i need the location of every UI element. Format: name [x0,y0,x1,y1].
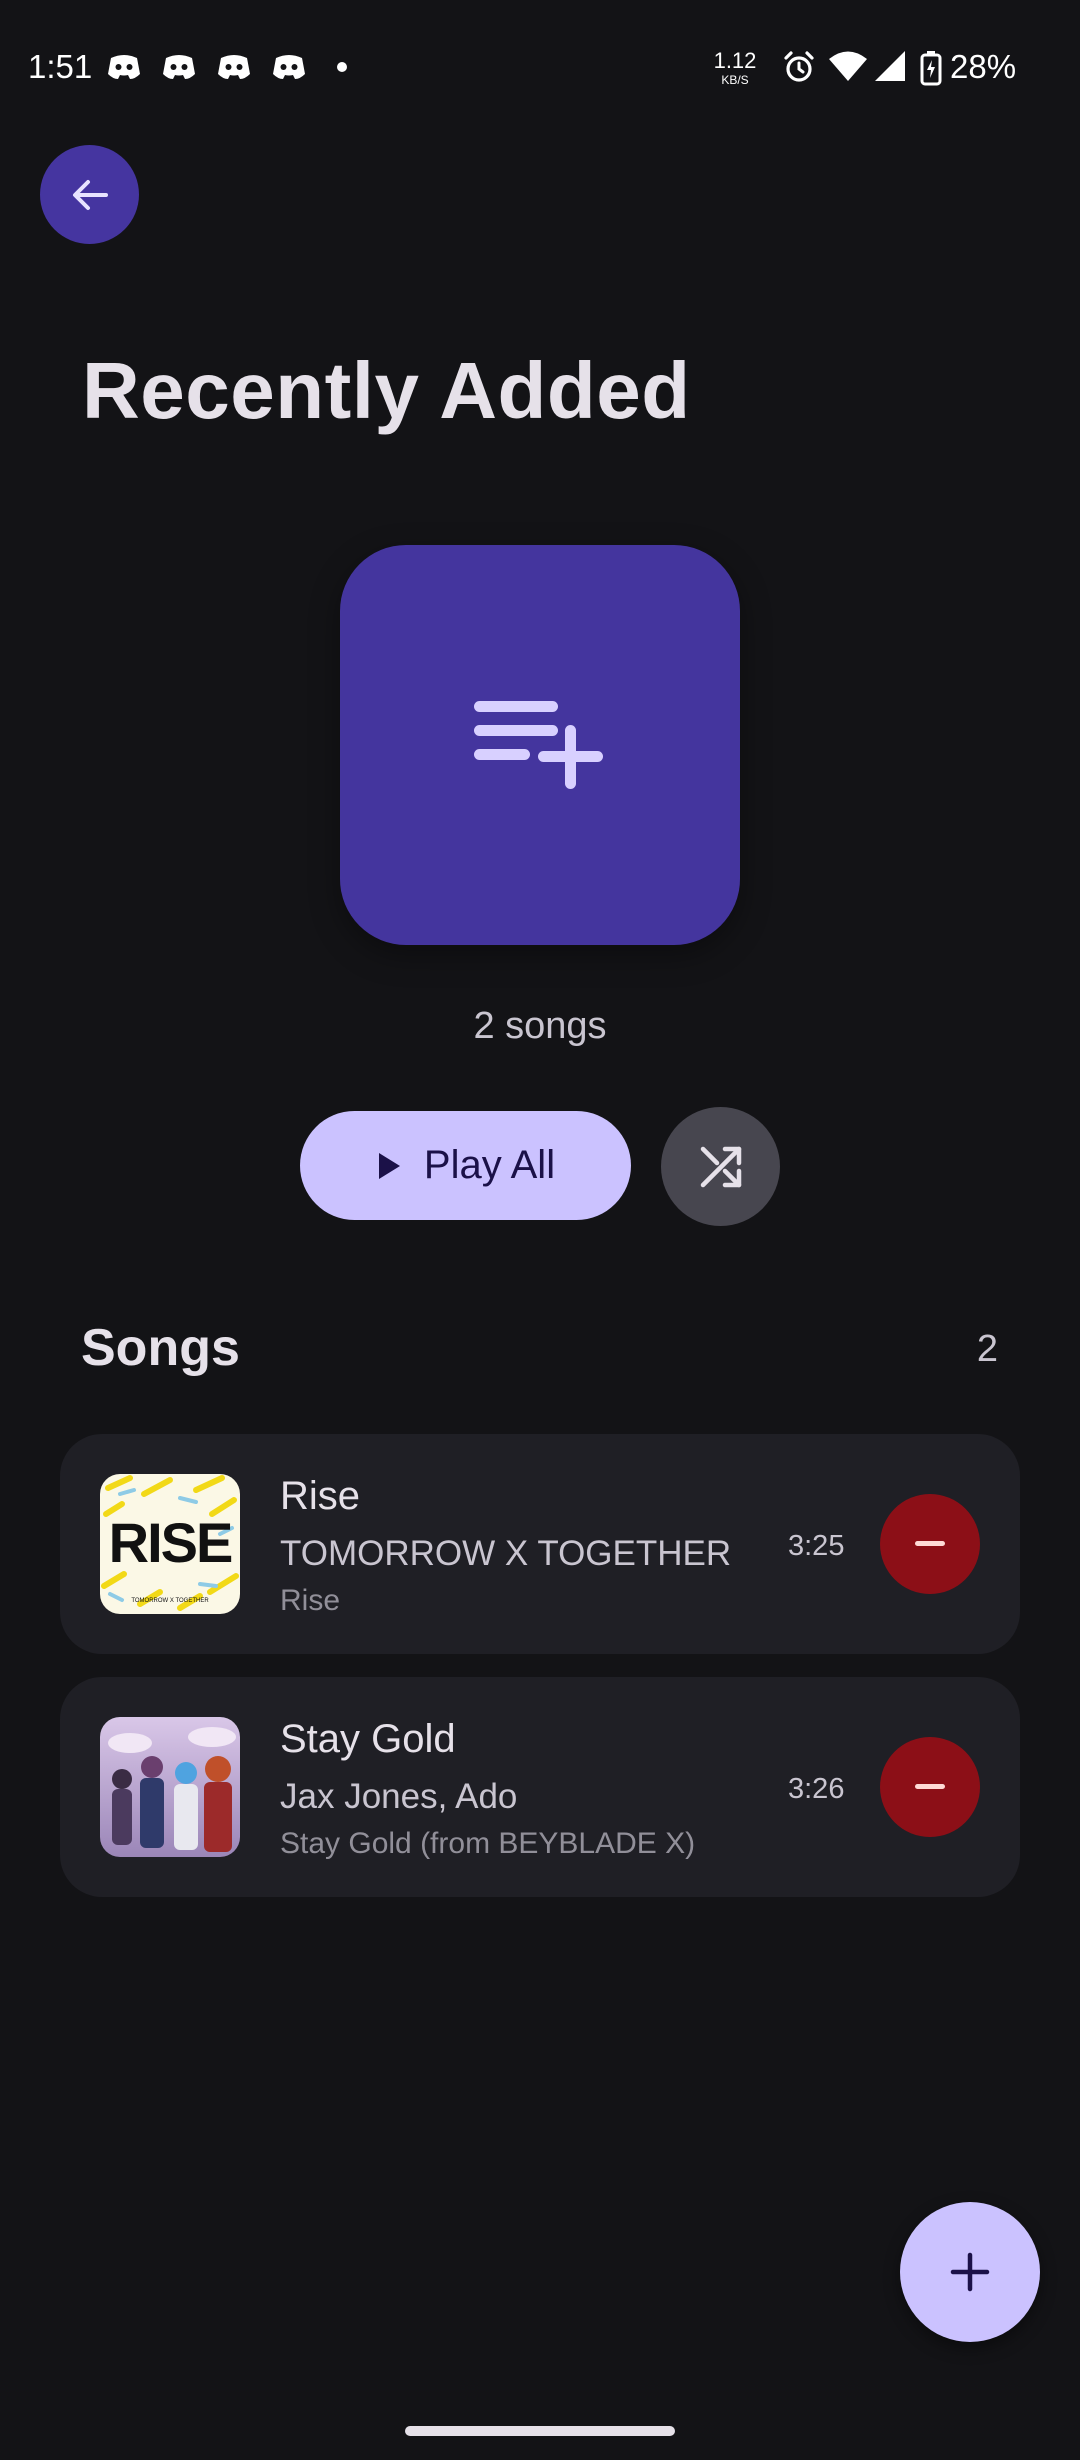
more-notifications-dot [337,62,347,72]
wifi-icon [829,51,867,81]
song-artist: Jax Jones, Ado [280,1777,518,1816]
play-all-button[interactable]: Play All [300,1111,631,1220]
discord-notification-icon [163,55,195,79]
add-songs-button[interactable] [900,2202,1040,2342]
battery-percent: 28% [950,48,1017,85]
alarm-icon [784,51,814,82]
song-row[interactable]: Stay Gold Jax Jones, Ado Stay Gold (from… [60,1677,1020,1897]
battery-charging-icon [920,51,942,86]
discord-notification-icon [108,55,140,79]
album-art-text: RISE [109,1511,232,1574]
playlist-song-count: 2 songs [473,1005,607,1047]
song-duration: 3:26 [788,1773,845,1805]
shuffle-icon [700,1146,741,1187]
network-speed-value: 1.12 [713,48,757,73]
song-title: Stay Gold [280,1717,456,1761]
status-time: 1:51 [28,48,93,85]
plus-icon [950,2252,990,2292]
play-all-label: Play All [423,1143,556,1187]
album-art-caption: TOMORROW X TOGETHER [131,1598,209,1604]
gesture-nav-bar[interactable] [405,2426,675,2436]
song-album: Rise [280,1584,341,1617]
song-title: Rise [280,1474,361,1518]
network-speed: 1.12 KB/S [713,48,757,87]
cell-signal-icon [875,51,905,81]
playlist-add-icon [474,701,603,789]
play-icon [378,1152,400,1179]
album-art [100,1717,240,1857]
network-speed-unit: KB/S [721,73,749,87]
song-artist: TOMORROW X TOGETHER [280,1534,732,1573]
minus-icon [915,1784,945,1789]
minus-icon [915,1541,945,1546]
album-art-image: RISE TOMORROW X TOGETHER [100,1474,240,1614]
shuffle-button[interactable] [661,1107,780,1226]
back-button[interactable] [40,145,139,244]
discord-notification-icon [218,55,250,79]
song-album: Stay Gold (from BEYBLADE X) [280,1827,696,1860]
song-duration: 3:25 [788,1530,845,1562]
song-row[interactable]: RISE TOMORROW X TOGETHER Rise TOMORROW X… [60,1434,1020,1654]
discord-notification-icon [273,55,305,79]
album-art: RISE TOMORROW X TOGETHER [100,1474,240,1614]
remove-song-button[interactable] [880,1494,980,1594]
status-bar: 1:51 1.12 KB/S 28% [0,0,1080,140]
songs-section-title: Songs [81,1319,240,1377]
remove-song-button[interactable] [880,1737,980,1837]
arrow-left-icon [72,179,108,210]
page-title: Recently Added [82,346,691,435]
album-art-image [100,1717,240,1857]
playlist-cover [340,545,740,945]
songs-section-count: 2 [976,1328,998,1370]
